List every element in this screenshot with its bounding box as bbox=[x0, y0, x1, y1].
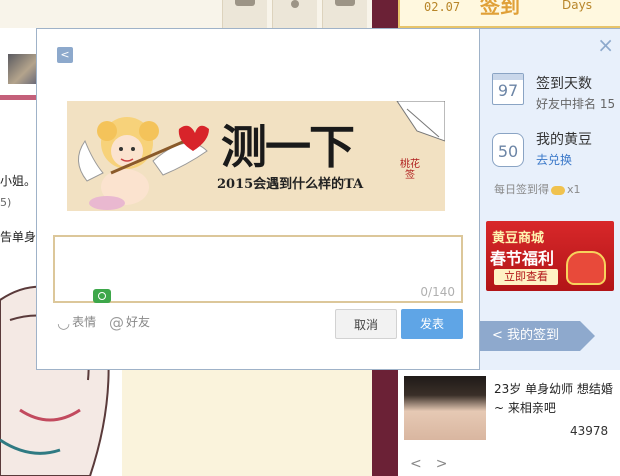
post-textarea[interactable] bbox=[55, 237, 461, 301]
close-icon[interactable]: × bbox=[597, 35, 614, 55]
daily-reward-suffix: x1 bbox=[567, 183, 581, 196]
gift-bag-icon bbox=[566, 251, 606, 285]
daily-reward-prefix: 每日签到得 bbox=[494, 183, 549, 196]
top-mail-button[interactable] bbox=[222, 0, 267, 28]
post-input-box[interactable]: 0/140 bbox=[53, 235, 463, 303]
my-checkin-button[interactable]: < 我的签到 bbox=[480, 321, 595, 351]
bean-count: 50 bbox=[497, 142, 519, 161]
top-user-button[interactable] bbox=[272, 0, 317, 28]
submit-button[interactable]: 发表 bbox=[401, 309, 463, 339]
checkin-side-panel: × 97 签到天数 好友中排名 15 50 我的黄豆 去兑换 每日签到得 x1 黄… bbox=[480, 28, 620, 370]
checkin-date: 02.07 bbox=[424, 0, 461, 14]
daily-reward: 每日签到得 x1 bbox=[494, 181, 581, 197]
view-count: 43978 bbox=[570, 424, 609, 438]
checkin-heading: 签到 bbox=[480, 0, 520, 18]
user-icon bbox=[291, 0, 299, 8]
checkin-dialog: < 测一下 2015会遇到什么样的TA 桃花签 0/140 ◡ 表情 @ 好友 … bbox=[36, 28, 480, 370]
back-button[interactable]: < bbox=[57, 47, 73, 63]
bean-mall-ad[interactable]: 黄豆商城 春节福利 立即查看 bbox=[486, 221, 614, 291]
calendar-icon: 97 bbox=[492, 73, 524, 105]
camera-icon[interactable] bbox=[93, 289, 111, 303]
days-label: Days bbox=[562, 0, 592, 12]
smiley-icon: ◡ bbox=[57, 313, 71, 332]
char-counter: 0/140 bbox=[420, 285, 455, 299]
prev-arrow-icon[interactable]: < bbox=[410, 456, 436, 472]
next-arrow-icon[interactable]: > bbox=[436, 456, 462, 472]
top-settings-button[interactable] bbox=[322, 0, 367, 28]
bean-icon bbox=[551, 185, 565, 195]
emoji-button[interactable]: ◡ 表情 bbox=[57, 313, 96, 332]
profile-text[interactable]: 23岁 单身幼师 想结婚~ 来相亲吧 bbox=[494, 380, 614, 418]
settings-icon bbox=[335, 0, 355, 6]
days-count: 97 bbox=[497, 81, 519, 100]
my-checkin-label: 我的签到 bbox=[507, 328, 560, 343]
chevron-left-icon: < bbox=[492, 328, 508, 343]
avatar[interactable] bbox=[8, 54, 36, 84]
bean-jar-icon: 50 bbox=[492, 133, 524, 167]
beans-title: 我的黄豆 bbox=[536, 132, 592, 148]
ad-line-1: 黄豆商城 bbox=[492, 231, 545, 246]
mention-friend-button[interactable]: @ 好友 bbox=[109, 313, 150, 332]
banner-subtitle: 2015会遇到什么样的TA bbox=[217, 177, 364, 192]
feed-strip bbox=[122, 370, 372, 476]
feed-text-3: 告单身 bbox=[0, 230, 37, 244]
at-icon: @ bbox=[109, 313, 124, 332]
feed-text-2: 5) bbox=[0, 196, 12, 209]
banner-seal: 桃花签 bbox=[400, 159, 420, 181]
cancel-button[interactable]: 取消 bbox=[335, 309, 397, 339]
ad-line-2: 春节福利 bbox=[490, 249, 555, 268]
feed-divider bbox=[0, 95, 40, 100]
promo-banner[interactable]: 测一下 2015会遇到什么样的TA 桃花签 bbox=[67, 101, 445, 211]
feed-text-1: 小姐。 bbox=[0, 174, 37, 188]
friend-label: 好友 bbox=[126, 315, 151, 329]
days-title: 签到天数 bbox=[536, 76, 592, 92]
profile-photo[interactable] bbox=[404, 376, 486, 440]
friend-rank: 好友中排名 15 bbox=[536, 97, 616, 111]
banner-title: 测一下 bbox=[221, 120, 355, 174]
emoji-label: 表情 bbox=[72, 315, 97, 329]
mail-icon bbox=[235, 0, 255, 6]
redeem-link[interactable]: 去兑换 bbox=[536, 151, 572, 168]
carousel-nav: <> bbox=[410, 456, 461, 472]
ad-view-button[interactable]: 立即查看 bbox=[494, 269, 558, 285]
